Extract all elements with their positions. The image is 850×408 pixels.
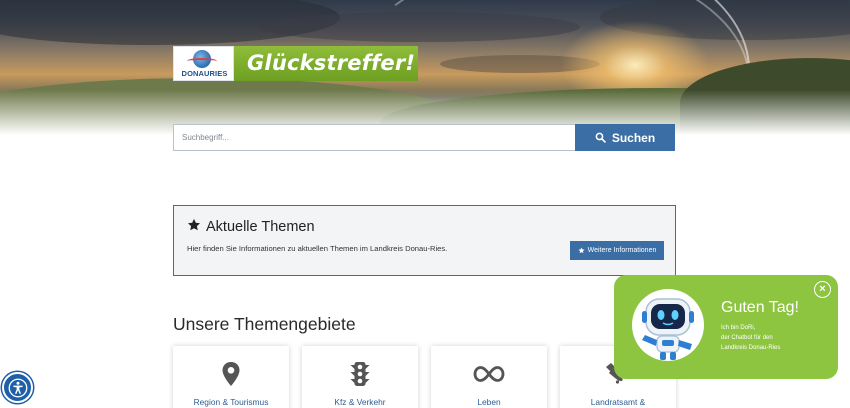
claim-banner: Glückstreffer! xyxy=(234,46,418,81)
search-button[interactable]: Suchen xyxy=(575,124,675,151)
aktuelle-themen-text: Hier finden Sie Informationen zu aktuell… xyxy=(187,244,448,253)
search-bar: Suchen xyxy=(173,124,675,151)
weitere-informationen-button[interactable]: Weitere Informationen xyxy=(570,241,664,260)
tile-label: Region & Tourismus xyxy=(193,397,269,407)
aktuelle-themen-box: Aktuelle Themen Hier finden Sie Informat… xyxy=(173,205,676,276)
aktuelle-themen-title: Aktuelle Themen xyxy=(206,219,315,235)
star-icon xyxy=(187,218,201,231)
hero-banner xyxy=(0,0,850,135)
chatbot-text-line: der Chatbot für den xyxy=(721,335,773,341)
close-icon[interactable]: × xyxy=(814,281,831,298)
donauries-logo[interactable]: DONAURIES xyxy=(173,46,234,81)
location-pin-icon xyxy=(222,362,240,386)
search-input[interactable] xyxy=(173,124,575,151)
tile-label: Leben xyxy=(477,397,501,407)
chatbot-greeting: Guten Tag! xyxy=(721,299,799,316)
themengebiete-title: Unsere Themengebiete xyxy=(173,314,356,334)
infinity-icon xyxy=(473,366,505,382)
robot-icon xyxy=(632,289,704,361)
tile-label: Landratsamt & xyxy=(590,397,646,407)
page: DONAURIES Glückstreffer! Suchen Aktuelle… xyxy=(0,0,850,408)
accessibility-icon xyxy=(8,378,27,397)
chatbot-widget[interactable]: × Guten Tag! Ich bin DoRi, der Chatbot f… xyxy=(614,275,838,379)
tile-region-tourismus[interactable]: Region & Tourismus xyxy=(173,346,289,408)
logo-mark-icon xyxy=(187,50,217,68)
tile-kfz-verkehr[interactable]: Kfz & Verkehr xyxy=(302,346,418,408)
weitere-informationen-label: Weitere Informationen xyxy=(587,247,657,254)
chatbot-text-line: Ich bin DoRi, xyxy=(721,325,756,331)
traffic-light-icon xyxy=(350,362,370,386)
search-icon xyxy=(595,132,606,143)
chatbot-text-line: Landkreis Donau-Ries xyxy=(721,345,781,351)
tile-leben[interactable]: Leben xyxy=(431,346,547,408)
star-icon xyxy=(578,247,585,254)
accessibility-button[interactable] xyxy=(2,372,33,403)
tile-label: Kfz & Verkehr xyxy=(334,397,386,407)
logo-text: DONAURIES xyxy=(181,69,228,78)
search-button-label: Suchen xyxy=(611,130,656,145)
